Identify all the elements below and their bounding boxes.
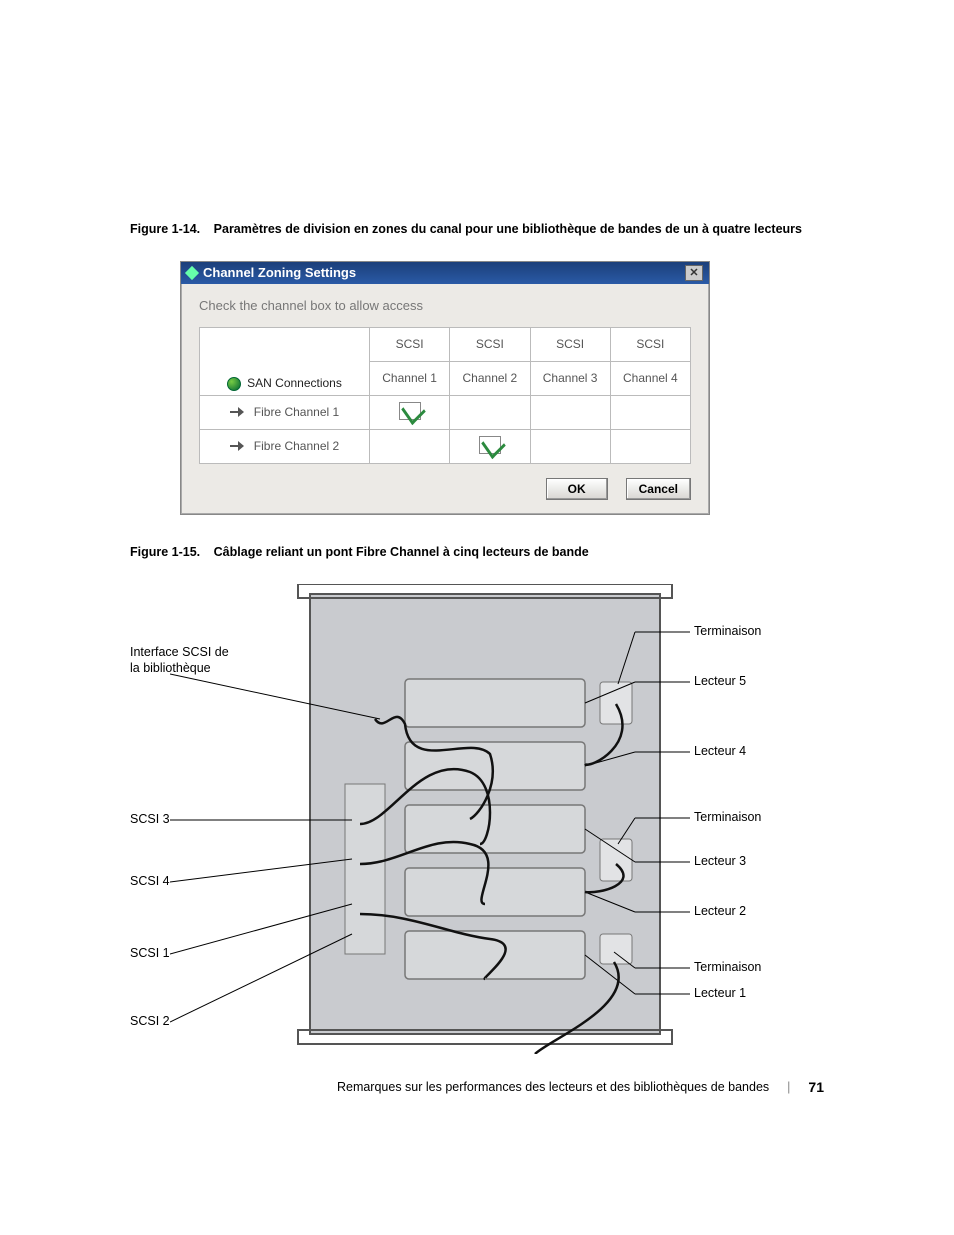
checkbox-fc2-ch4[interactable]: [610, 429, 690, 463]
cabling-diagram: Interface SCSI de la bibliothèque SCSI 3…: [170, 584, 730, 1054]
footer-text: Remarques sur les performances des lecte…: [337, 1080, 769, 1094]
figure-1-14-label: Figure 1-14.: [130, 222, 200, 236]
figure-1-14-title: Paramètres de division en zones du canal…: [214, 222, 802, 236]
table-row: Fibre Channel 1: [200, 395, 691, 429]
figure-1-15-caption: Figure 1-15. Câblage reliant un pont Fib…: [130, 543, 824, 562]
col-channel-4: Channel 4: [610, 361, 690, 395]
label-scsi-3: SCSI 3: [130, 812, 170, 826]
figure-1-15-label: Figure 1-15.: [130, 545, 200, 559]
label-term-1: Terminaison: [694, 624, 761, 638]
close-icon[interactable]: ✕: [685, 265, 703, 281]
col-scsi-3-top: SCSI: [530, 327, 610, 361]
label-term-2: Terminaison: [694, 810, 761, 824]
checkbox-fc2-ch2[interactable]: [479, 436, 501, 454]
label-scsi-interface: Interface SCSI de la bibliothèque: [130, 644, 240, 678]
diagram-svg: [170, 584, 730, 1054]
col-scsi-4-top: SCSI: [610, 327, 690, 361]
checkbox-fc1-ch3[interactable]: [530, 395, 610, 429]
label-lecteur-1: Lecteur 1: [694, 986, 746, 1000]
dialog-title: Channel Zoning Settings: [203, 265, 356, 280]
col-scsi-1-top: SCSI: [370, 327, 450, 361]
san-connections-header: SAN Connections: [247, 376, 342, 390]
col-channel-2: Channel 2: [450, 361, 530, 395]
globe-icon: [227, 377, 241, 391]
checkbox-fc2-ch3[interactable]: [530, 429, 610, 463]
label-term-3: Terminaison: [694, 960, 761, 974]
col-channel-1: Channel 1: [370, 361, 450, 395]
label-scsi-4: SCSI 4: [130, 874, 170, 888]
label-scsi-2: SCSI 2: [130, 1014, 170, 1028]
dialog-icon: [185, 266, 199, 280]
fibre-channel-1-label: Fibre Channel 1: [254, 405, 339, 419]
label-lecteur-4: Lecteur 4: [694, 744, 746, 758]
checkbox-fc1-ch1[interactable]: [399, 402, 421, 420]
page-number: 71: [808, 1079, 824, 1095]
label-lecteur-2: Lecteur 2: [694, 904, 746, 918]
col-channel-3: Channel 3: [530, 361, 610, 395]
channel-zoning-dialog: Channel Zoning Settings ✕ Check the chan…: [180, 261, 710, 515]
zoning-table: SAN Connections SCSI SCSI SCSI SCSI Chan…: [199, 327, 691, 464]
page-footer: Remarques sur les performances des lecte…: [337, 1079, 824, 1095]
footer-separator: |: [787, 1080, 790, 1094]
checkbox-fc1-ch4[interactable]: [610, 395, 690, 429]
figure-1-14-caption: Figure 1-14. Paramètres de division en z…: [130, 220, 824, 239]
checkbox-fc2-ch1[interactable]: [370, 429, 450, 463]
label-scsi-1: SCSI 1: [130, 946, 170, 960]
fibre-channel-icon: [230, 407, 248, 419]
dialog-hint: Check the channel box to allow access: [199, 298, 691, 313]
ok-button[interactable]: OK: [546, 478, 608, 500]
checkbox-fc1-ch2[interactable]: [450, 395, 530, 429]
table-row: Fibre Channel 2: [200, 429, 691, 463]
fibre-channel-icon: [230, 441, 248, 453]
label-lecteur-3: Lecteur 3: [694, 854, 746, 868]
col-scsi-2-top: SCSI: [450, 327, 530, 361]
cancel-button[interactable]: Cancel: [626, 478, 691, 500]
fibre-channel-2-label: Fibre Channel 2: [254, 439, 339, 453]
label-lecteur-5: Lecteur 5: [694, 674, 746, 688]
figure-1-15-title: Câblage reliant un pont Fibre Channel à …: [214, 545, 589, 559]
dialog-titlebar: Channel Zoning Settings ✕: [181, 262, 709, 284]
